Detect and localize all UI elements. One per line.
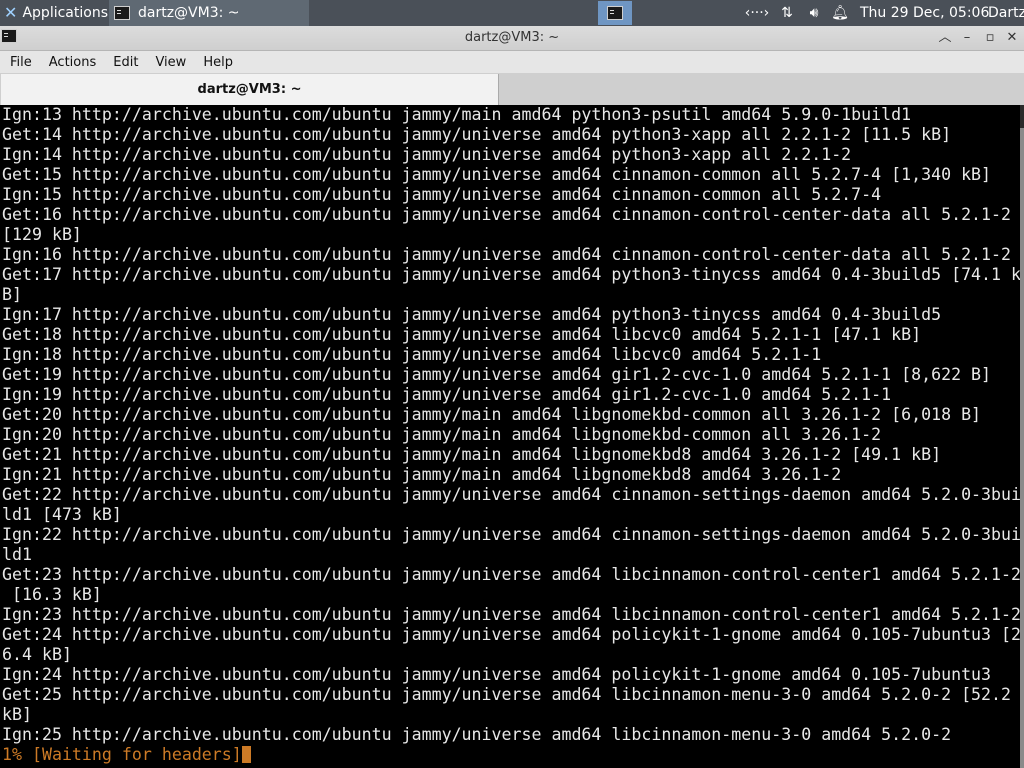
terminal-line: Ign:22 http://archive.ubuntu.com/ubuntu … [2,525,1020,544]
system-tray: ‹···› ⇅ 🔊︎ 🔔︎ [740,0,852,26]
terminal-line: Ign:21 http://archive.ubuntu.com/ubuntu … [2,465,842,484]
maximize-button[interactable]: ▫ [980,28,1000,48]
window-title: dartz@VM3: ~ [464,30,560,45]
terminal-line: B] [2,285,22,304]
user-menu[interactable]: Dartz [988,0,1024,26]
terminal-line: Get:21 http://archive.ubuntu.com/ubuntu … [2,445,942,464]
terminal-line: Get:25 http://archive.ubuntu.com/ubuntu … [2,685,1012,704]
minimize-button[interactable]: – [957,28,977,48]
terminal-icon [607,6,623,20]
menu-edit[interactable]: Edit [103,55,145,70]
terminal-line: Ign:14 http://archive.ubuntu.com/ubuntu … [2,145,852,164]
applications-menu-button[interactable]: ✕ Applications [0,0,108,26]
terminal-line: [129 kB] [2,225,82,244]
terminal-line: kB] [2,705,32,724]
volume-icon[interactable]: 🔊︎ [800,5,828,21]
minimize-icon[interactable]: ︿ [935,28,955,48]
terminal-line: Ign:25 http://archive.ubuntu.com/ubuntu … [2,725,952,744]
terminal-line: Ign:23 http://archive.ubuntu.com/ubuntu … [2,605,1020,624]
terminal-line: Ign:15 http://archive.ubuntu.com/ubuntu … [2,185,882,204]
window-titlebar[interactable]: dartz@VM3: ~ ︿ – ▫ ✕ [0,26,1024,51]
terminal-status-line: 1% [Waiting for headers] [2,745,1020,765]
menu-actions[interactable]: Actions [39,55,104,70]
terminal-line: Get:20 http://archive.ubuntu.com/ubuntu … [2,405,982,424]
terminal-line: Get:23 http://archive.ubuntu.com/ubuntu … [2,565,1020,584]
menu-file[interactable]: File [0,55,39,70]
network-icon[interactable]: ⇅ [774,5,800,21]
xfce-logo-icon: ✕ [4,3,18,22]
terminal-line: Ign:17 http://archive.ubuntu.com/ubuntu … [2,305,942,324]
code-icon[interactable]: ‹···› [740,5,774,21]
menu-help[interactable]: Help [193,55,240,70]
close-button[interactable]: ✕ [1002,28,1022,48]
clock[interactable]: Thu 29 Dec, 05:06 [860,0,989,26]
terminal-output[interactable]: Ign:13 http://archive.ubuntu.com/ubuntu … [0,105,1020,768]
terminal-line: Get:14 http://archive.ubuntu.com/ubuntu … [2,125,952,144]
workspace-switcher[interactable] [598,1,632,25]
terminal-line: Ign:18 http://archive.ubuntu.com/ubuntu … [2,345,822,364]
taskbar-button-terminal[interactable]: dartz@VM3: ~ [109,0,309,26]
progress-status: 1% [Waiting for headers] [2,745,242,764]
notification-bell-icon[interactable]: 🔔︎ [828,5,852,21]
terminal-line: Get:16 http://archive.ubuntu.com/ubuntu … [2,205,1012,224]
terminal-line: 6.4 kB] [2,645,72,664]
terminal-line: Ign:16 http://archive.ubuntu.com/ubuntu … [2,245,1012,264]
terminal-line: Get:18 http://archive.ubuntu.com/ubuntu … [2,325,922,344]
tab-terminal[interactable]: dartz@VM3: ~ [1,74,499,105]
terminal-line: Ign:24 http://archive.ubuntu.com/ubuntu … [2,665,992,684]
terminal-line: Ign:20 http://archive.ubuntu.com/ubuntu … [2,425,882,444]
applications-label: Applications [22,5,108,21]
menu-view[interactable]: View [145,55,193,70]
scrollbar-thumb[interactable] [1020,128,1024,768]
terminal-line: Get:19 http://archive.ubuntu.com/ubuntu … [2,365,992,384]
terminal-line: Get:15 http://archive.ubuntu.com/ubuntu … [2,165,992,184]
terminal-line: Get:24 http://archive.ubuntu.com/ubuntu … [2,625,1020,644]
scrollbar[interactable] [1020,105,1024,768]
terminal-cursor [241,746,251,763]
terminal-icon [114,6,130,20]
tab-bar: dartz@VM3: ~ [0,73,1024,106]
terminal-line: [16.3 kB] [2,585,102,604]
menubar: File Actions Edit View Help [0,51,1024,73]
terminal-line: Get:17 http://archive.ubuntu.com/ubuntu … [2,265,1020,284]
taskbar-button-label: dartz@VM3: ~ [138,5,240,21]
terminal-line: Ign:19 http://archive.ubuntu.com/ubuntu … [2,385,892,404]
terminal-line: Ign:13 http://archive.ubuntu.com/ubuntu … [2,105,912,124]
top-panel: ✕ Applications dartz@VM3: ~ ‹···› ⇅ 🔊︎ 🔔… [0,0,1024,26]
terminal-line: Get:22 http://archive.ubuntu.com/ubuntu … [2,485,1020,504]
terminal-line: ld1 [2,545,32,564]
terminal-line: ld1 [473 kB] [2,505,122,524]
